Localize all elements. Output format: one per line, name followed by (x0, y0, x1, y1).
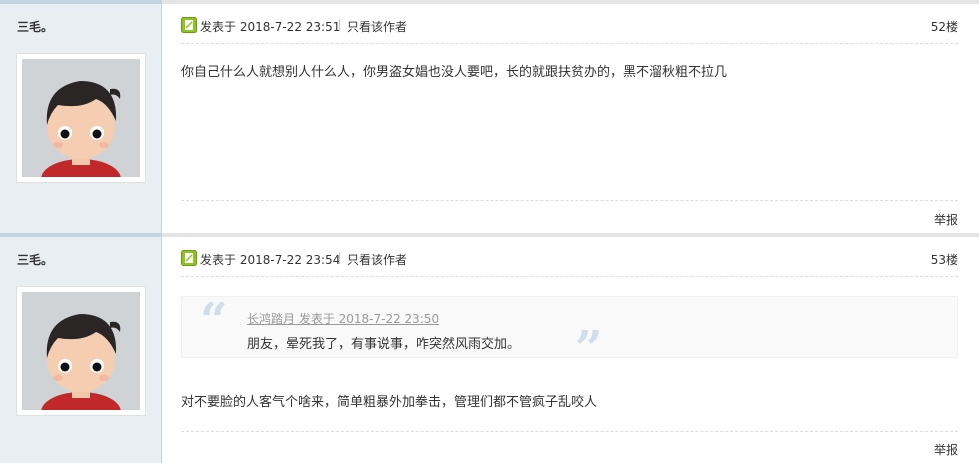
floor-number[interactable]: 52楼 (931, 18, 958, 35)
report-link[interactable]: 举报 (934, 211, 958, 228)
post-header: 发表于 2018-7-22 23:51 只看该作者 52楼 (181, 16, 958, 44)
post-content: 发表于 2018-7-22 23:51 只看该作者 52楼 你自己什么人就想别人… (162, 0, 979, 233)
floor-number[interactable]: 53楼 (931, 251, 958, 268)
only-author-link[interactable]: 只看该作者 (347, 251, 407, 268)
post-date: 发表于 2018-7-22 23:54 (200, 253, 341, 267)
quote-text: 朋友，晕死我了，有事说事，咋突然风雨交加。 (247, 337, 521, 352)
divider (339, 252, 340, 264)
post-52: 三毛。 发表于 2018-7-22 23:51 只看该作者 52楼 你自己什么人… (0, 0, 979, 233)
quote-source-link[interactable]: 长鸿踏月 发表于 2018-7-22 23:50 (247, 310, 439, 327)
report-link[interactable]: 举报 (934, 441, 958, 458)
avatar[interactable] (16, 53, 146, 183)
posted-doc-icon (181, 250, 197, 266)
author-name[interactable]: 三毛。 (17, 251, 53, 268)
avatar-image (22, 59, 140, 177)
post-body: 对不要脸的人客气个啥来，简单粗暴外加拳击，管理们都不管疯子乱咬人 (181, 395, 598, 410)
post-content: 发表于 2018-7-22 23:54 只看该作者 53楼 “ 长鸿踏月 发表于… (162, 233, 979, 463)
post-header: 发表于 2018-7-22 23:54 只看该作者 53楼 (181, 249, 958, 277)
author-name[interactable]: 三毛。 (17, 18, 53, 35)
post-53: 三毛。 发表于 2018-7-22 23:54 只看该作者 53楼 “ 长鸿踏月… (0, 233, 979, 463)
post-body: 你自己什么人就想别人什么人，你男盗女娼也没人要吧，长的就跟扶贫办的，黑不溜秋粗不… (181, 65, 728, 80)
footer-divider (181, 200, 958, 201)
footer-divider (181, 431, 958, 432)
avatar[interactable] (16, 286, 146, 416)
quote-open-icon: “ (200, 293, 228, 349)
divider (339, 19, 340, 31)
author-sidebar: 三毛。 (0, 233, 162, 463)
posted-doc-icon (181, 17, 197, 33)
quote-block: “ 长鸿踏月 发表于 2018-7-22 23:50 朋友，晕死我了，有事说事，… (181, 293, 958, 373)
quote-close-icon: ” (575, 321, 603, 377)
author-sidebar: 三毛。 (0, 0, 162, 233)
only-author-link[interactable]: 只看该作者 (347, 18, 407, 35)
avatar-image (22, 292, 140, 410)
post-date: 发表于 2018-7-22 23:51 (200, 20, 341, 34)
